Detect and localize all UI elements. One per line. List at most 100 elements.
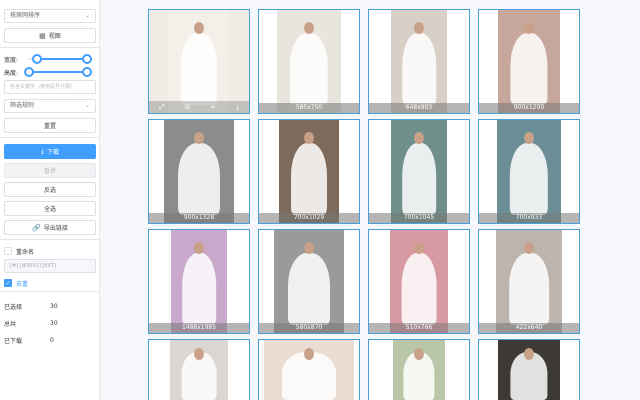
stat-value: 30 [50, 303, 58, 310]
height-label: 高度: [4, 69, 19, 77]
height-slider-max-handle[interactable] [82, 67, 92, 77]
image-dimensions: 422x640 [479, 323, 579, 333]
view-button[interactable]: ▦ 视图 [4, 28, 96, 43]
sort-select-value: 按原网排序 [10, 12, 41, 19]
head-shape [304, 242, 314, 255]
height-slider[interactable] [24, 67, 92, 77]
image-card[interactable]: 900x1200 [478, 9, 580, 114]
reset-button[interactable]: 重置 [4, 118, 96, 133]
stat-value: 30 [50, 320, 58, 327]
view-button-label: 视图 [48, 33, 61, 40]
image-card[interactable]: 700x1045 [368, 119, 470, 224]
rename-label: 重命名 [16, 248, 35, 256]
dress-shape [402, 32, 436, 105]
image-card[interactable]: 422x640 [478, 229, 580, 334]
stat-total: 总共 30 [4, 315, 95, 332]
image-card[interactable]: 580x870 [258, 229, 360, 334]
head-shape [194, 348, 204, 361]
head-shape [414, 132, 424, 145]
divider [0, 239, 99, 240]
thumbnail-image [391, 10, 447, 113]
image-dimensions: 700x1045 [369, 213, 469, 223]
divider [0, 137, 99, 138]
dress-shape [181, 32, 217, 105]
thumbnail-image [391, 120, 447, 223]
thumbnail-image [274, 230, 344, 333]
dress-shape [178, 142, 220, 215]
image-card[interactable]: 648x903 [368, 9, 470, 114]
rename-template-input[interactable]: [#] [NO001] [EXT] [4, 259, 96, 273]
filter-select[interactable]: 筛选规则 ⌄ [4, 99, 96, 113]
dress-shape [509, 252, 549, 325]
stat-value: 0 [50, 337, 54, 344]
card-toolbar: ⤢ ⊘ ∞ ⤓ [149, 101, 249, 113]
download-icon: ⤓ [40, 147, 45, 155]
dress-shape [402, 142, 436, 215]
sidebar: 按原网排序 ⌄ ▦ 视图 宽度: 高度: 包含关键字（使用逗号分隔） 筛选规则 … [0, 0, 100, 400]
head-shape [194, 132, 204, 145]
stat-selected: 已选择 30 [4, 298, 95, 315]
height-slider-min-handle[interactable] [24, 67, 34, 77]
rename-checkbox[interactable] [4, 247, 12, 255]
width-slider-row: 宽度: [4, 54, 95, 64]
image-card[interactable] [148, 339, 250, 400]
dress-shape [289, 32, 329, 105]
dress-shape [182, 252, 216, 325]
image-card[interactable] [478, 339, 580, 400]
dedupe-option[interactable]: ✓ 去重 [4, 278, 95, 288]
head-shape [304, 132, 314, 145]
width-slider-min-handle[interactable] [32, 54, 42, 64]
select-all-button[interactable]: 全选 [4, 201, 96, 216]
thumbnail-image [498, 340, 560, 400]
head-shape [194, 22, 204, 35]
image-card[interactable] [258, 339, 360, 400]
thumbnail-image [277, 10, 341, 113]
thumbnail-image [497, 120, 561, 223]
head-shape [414, 22, 424, 35]
stat-downloaded: 已下载 0 [4, 332, 95, 349]
chevron-down-icon: ⌄ [84, 12, 90, 19]
image-card[interactable]: 585x750 [258, 9, 360, 114]
image-card[interactable]: ⤢ ⊘ ∞ ⤓ [148, 9, 250, 114]
link-off-icon[interactable]: ⊘ [184, 103, 190, 111]
head-shape [304, 348, 314, 361]
pause-button-label: 暂停 [43, 168, 56, 175]
image-dimensions: 585x750 [259, 103, 359, 113]
image-card[interactable]: 700x933 [478, 119, 580, 224]
pause-button[interactable]: 暂停 [4, 163, 96, 178]
link-icon[interactable]: ∞ [210, 103, 216, 111]
export-links-button[interactable]: 🔗 导出链接 [4, 220, 96, 235]
head-shape [414, 348, 424, 361]
image-dimensions: 648x903 [369, 103, 469, 113]
divider [0, 47, 99, 48]
invert-selection-button[interactable]: 反选 [4, 182, 96, 197]
rename-option[interactable]: 重命名 [4, 246, 95, 256]
sort-select[interactable]: 按原网排序 ⌄ [4, 9, 96, 23]
head-shape [304, 22, 314, 35]
image-card[interactable]: 1488x1985 [148, 229, 250, 334]
dedupe-checkbox[interactable]: ✓ [4, 279, 12, 287]
thumbnail-image [264, 340, 354, 400]
width-slider-max-handle[interactable] [82, 54, 92, 64]
image-card[interactable]: 700x1029 [258, 119, 360, 224]
image-card[interactable] [368, 339, 470, 400]
head-shape [524, 242, 534, 255]
thumbnail-image [390, 230, 448, 333]
thumbnail-image [170, 340, 228, 400]
image-card[interactable]: 510x766 [368, 229, 470, 334]
keyword-input[interactable]: 包含关键字（使用逗号分隔） [4, 80, 96, 94]
download-icon[interactable]: ⤓ [236, 103, 239, 112]
width-slider[interactable] [24, 54, 92, 64]
stat-label: 已下载 [4, 338, 23, 345]
thumbnail-image [279, 120, 339, 223]
head-shape [414, 242, 424, 255]
image-dimensions: 700x1029 [259, 213, 359, 223]
expand-icon[interactable]: ⤢ [159, 103, 165, 112]
image-card[interactable]: 900x1328 [148, 119, 250, 224]
image-dimensions: 580x870 [259, 323, 359, 333]
head-shape [524, 132, 534, 145]
image-dimensions: 900x1200 [479, 103, 579, 113]
divider [0, 291, 99, 292]
image-dimensions: 700x933 [479, 213, 579, 223]
download-button[interactable]: ⤓ 下载 [4, 144, 96, 159]
